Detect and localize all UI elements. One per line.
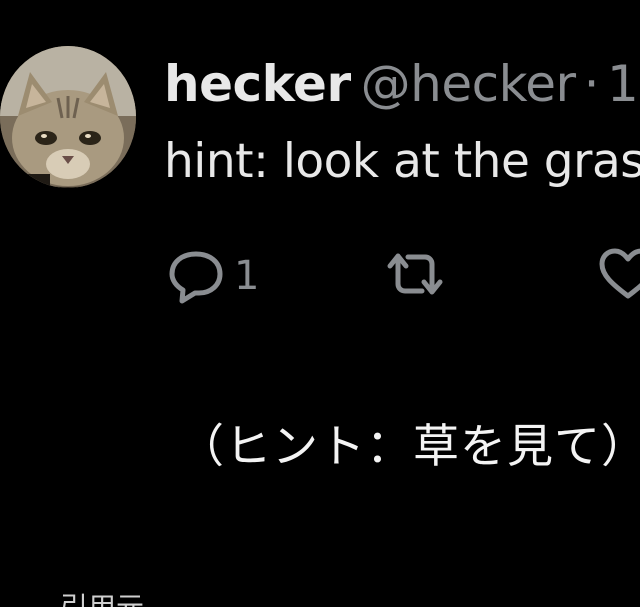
reply-button[interactable]: 1 xyxy=(166,244,259,308)
separator-dot: · xyxy=(583,55,600,113)
reply-icon xyxy=(166,244,228,308)
cat-avatar-icon[interactable] xyxy=(0,46,136,188)
tweet-actions: 1 xyxy=(166,244,640,304)
user-handle[interactable]: @hecker xyxy=(361,55,576,113)
reply-count: 1 xyxy=(234,253,260,299)
retweet-icon xyxy=(380,244,450,308)
heart-icon xyxy=(598,244,640,308)
tweet-header: hecker@hecker·1r xyxy=(164,54,640,114)
like-button[interactable] xyxy=(598,244,640,308)
subtitle-caption: （ヒント：草を見て） xyxy=(178,419,640,473)
retweet-button[interactable] xyxy=(380,244,450,308)
display-name[interactable]: hecker xyxy=(164,55,351,113)
tweet-text: hint: look at the gras xyxy=(164,134,640,189)
tweet-timestamp[interactable]: 1r xyxy=(607,55,640,113)
quote-source-label: 引用元 xyxy=(60,591,144,607)
